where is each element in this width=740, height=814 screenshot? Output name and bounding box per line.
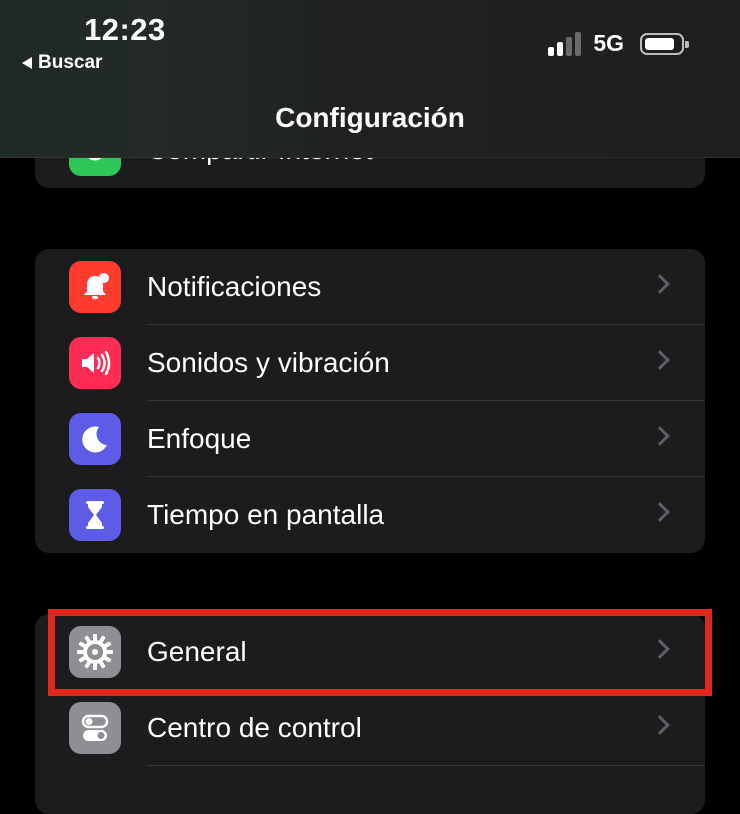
back-label: Buscar <box>38 52 103 73</box>
settings-row-label: Tiempo en pantalla <box>147 499 385 530</box>
chevron-right-icon <box>650 502 670 522</box>
chevron-right-icon <box>650 274 670 294</box>
settings-row-notifications[interactable]: Notificaciones <box>35 249 705 325</box>
network-type: 5G <box>593 30 624 56</box>
moon-icon <box>69 413 121 465</box>
chevron-right-icon <box>650 715 670 735</box>
settings-row-label: Notificaciones <box>147 271 322 302</box>
settings-row-sounds-haptics[interactable]: Sonidos y vibración <box>35 325 705 401</box>
chevron-right-icon <box>650 426 670 446</box>
navigation-header: 12:23 Buscar 5G Configuración <box>0 0 740 158</box>
back-to-search-button[interactable]: Buscar <box>22 52 102 74</box>
row-divider <box>147 765 705 766</box>
chevron-right-icon <box>650 350 670 370</box>
settings-row-focus[interactable]: Enfoque <box>35 401 705 477</box>
cellular-signal-icon <box>548 31 582 56</box>
status-icons: 5G <box>548 30 689 57</box>
battery-icon <box>640 32 689 55</box>
back-arrow-icon <box>22 57 32 69</box>
settings-row-control-center[interactable]: Centro de control <box>35 690 705 766</box>
settings-row-label: Enfoque <box>147 423 252 454</box>
hourglass-icon <box>69 489 121 541</box>
settings-row-screen-time[interactable]: Tiempo en pantalla <box>35 477 705 553</box>
settings-row-label: Centro de control <box>147 712 362 743</box>
general-row-highlight-box <box>48 609 712 696</box>
bell-icon <box>69 261 121 313</box>
settings-row-label: Sonidos y vibración <box>147 347 390 378</box>
settings-group-attention: Notificaciones Sonidos y vibración Enfoq… <box>35 249 705 553</box>
page-title: Configuración <box>275 102 465 133</box>
speaker-icon <box>69 337 121 389</box>
status-time: 12:23 <box>84 12 166 47</box>
toggles-icon <box>69 702 121 754</box>
